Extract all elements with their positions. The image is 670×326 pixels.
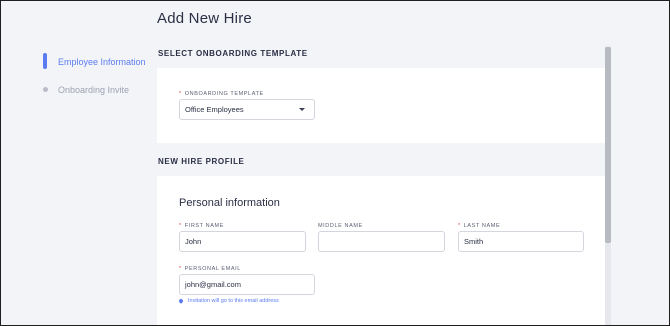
onboarding-template-label-text: ONBOARDING TEMPLATE [184,91,264,97]
required-mark: * [179,223,182,229]
step-label: Onboarding Invite [58,84,130,95]
first-name-input[interactable]: John [179,231,306,252]
last-name-label-text: LAST NAME [463,223,501,229]
first-name-label: * FIRST NAME [179,223,224,229]
required-mark: * [179,266,182,272]
onboarding-template-value: Office Employees [185,105,244,114]
personal-email-value: john@gmail.com [185,280,241,289]
template-section-heading: SELECT ONBOARDING TEMPLATE [158,49,308,58]
onboarding-steps: Employee Information Onboarding Invite [40,53,146,109]
personal-email-label-text: PERSONAL EMAIL [184,266,241,272]
scrollbar-thumb[interactable] [605,47,611,243]
step-onboarding-invite[interactable]: Onboarding Invite [40,81,146,98]
personal-email-input[interactable]: john@gmail.com [179,274,315,295]
page-title: Add New Hire [157,10,252,27]
profile-card: Personal information * FIRST NAME John MI… [157,176,605,326]
onboarding-template-select[interactable]: Office Employees [179,99,315,120]
last-name-value: Smith [464,237,484,246]
last-name-input[interactable]: Smith [458,231,584,252]
inactive-step-dot [43,87,48,92]
first-name-value: John [185,237,202,246]
template-card: * ONBOARDING TEMPLATE Office Employees [157,68,605,143]
middle-name-input[interactable] [318,231,445,252]
location-pin-icon [178,298,184,304]
active-step-indicator [43,53,47,69]
email-hint: Invitation will go to this email address [178,298,279,304]
profile-section-heading: NEW HIRE PROFILE [158,157,245,166]
last-name-label: * LAST NAME [458,223,500,229]
chevron-down-icon [299,108,305,111]
personal-email-label: * PERSONAL EMAIL [179,266,241,272]
personal-information-title: Personal information [179,197,280,209]
step-employee-information[interactable]: Employee Information [40,53,146,70]
email-hint-text: Invitation will go to this email address [188,298,279,304]
required-mark: * [179,91,182,97]
middle-name-label: MIDDLE NAME [318,223,363,229]
required-mark: * [458,223,461,229]
onboarding-template-label: * ONBOARDING TEMPLATE [179,91,264,97]
first-name-label-text: FIRST NAME [184,223,224,229]
step-label: Employee Information [58,56,146,67]
